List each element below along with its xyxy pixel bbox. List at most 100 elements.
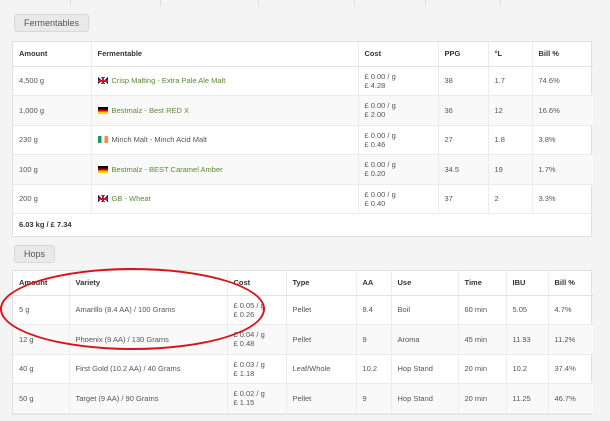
- fermentable-cell[interactable]: GB - Wheat: [91, 184, 359, 214]
- column-header-use: Use: [391, 271, 459, 296]
- cost-cell: £ 0.00 / g £ 0.46: [358, 125, 439, 155]
- hops-header-row: Amount Variety Cost Type AA Use Time IBU…: [13, 271, 593, 296]
- column-header-aa: AA: [356, 271, 392, 296]
- ibu-cell: 11.25: [506, 383, 549, 414]
- ppg-cell: 27: [438, 125, 489, 155]
- cost-cell: £ 0.05 / g £ 0.26: [227, 295, 287, 325]
- aa-cell: 10.2: [356, 354, 392, 384]
- hops-table: Amount Variety Cost Type AA Use Time IBU…: [13, 271, 593, 414]
- fermentables-total: 6.03 kg / £ 7.34: [19, 220, 72, 229]
- ppg-cell: 38: [438, 66, 489, 96]
- amount-cell: 5 g: [13, 295, 70, 325]
- hop-row: 12 g Phoenix (9 AA) / 130 Grams £ 0.04 /…: [13, 324, 593, 355]
- column-header-ppg: PPG: [438, 42, 489, 67]
- column-header-bill-percent: Bill %: [532, 42, 593, 67]
- fermentable-cell[interactable]: Bestmalz - BEST Caramel Amber: [91, 154, 359, 185]
- time-cell: 60 min: [458, 295, 507, 325]
- bill-percent-cell: 3.8%: [532, 125, 593, 155]
- ppg-cell: 34.5: [438, 154, 489, 185]
- gb-flag-icon: [97, 77, 108, 85]
- de-flag-icon: [97, 106, 108, 114]
- aa-cell: 9: [356, 324, 392, 355]
- bill-percent-cell: 1.7%: [532, 154, 593, 185]
- column-header-fermentable: Fermentable: [91, 42, 359, 67]
- ie-flag-icon: [97, 136, 108, 144]
- top-tab-strip: [0, 0, 610, 6]
- ibu-cell: 10.2: [506, 354, 549, 384]
- ppg-cell: 37: [438, 184, 489, 214]
- lovibond-cell: 19: [488, 154, 533, 185]
- fermentables-header-row: Amount Fermentable Cost PPG °L Bill %: [13, 42, 593, 67]
- lovibond-cell: 1.7: [488, 66, 533, 96]
- fermentables-table: Amount Fermentable Cost PPG °L Bill % 4,…: [13, 42, 593, 214]
- cost-cell: £ 0.00 / g £ 0.20: [358, 154, 439, 185]
- fermentable-row: 4,500 g Crisp Malting - Extra Pale Ale M…: [13, 66, 593, 96]
- amount-cell: 200 g: [13, 184, 92, 214]
- fermentable-link[interactable]: Bestmalz - BEST Caramel Amber: [112, 165, 223, 174]
- ppg-cell: 36: [438, 95, 489, 126]
- amount-cell: 230 g: [13, 125, 92, 155]
- fermentables-section-label[interactable]: Fermentables: [14, 14, 90, 32]
- use-cell: Hop Stand: [391, 383, 459, 414]
- hops-section-label[interactable]: Hops: [14, 245, 56, 263]
- cost-cell: £ 0.00 / g £ 0.40: [358, 184, 439, 214]
- hop-row: 40 g First Gold (10.2 AA) / 40 Grams £ 0…: [13, 354, 593, 384]
- fermentable-cell[interactable]: Bestmalz - Best RED X: [91, 95, 359, 126]
- use-cell: Hop Stand: [391, 354, 459, 384]
- bill-percent-cell: 11.2%: [548, 324, 593, 355]
- ibu-cell: 11.93: [506, 324, 549, 355]
- amount-cell: 1,000 g: [13, 95, 92, 126]
- hops-card: Amount Variety Cost Type AA Use Time IBU…: [12, 270, 593, 415]
- hop-row: 50 g Target (9 AA) / 90 Grams £ 0.02 / g…: [13, 383, 593, 414]
- column-header-time: Time: [458, 271, 507, 296]
- variety-cell: Phoenix (9 AA) / 130 Grams: [69, 324, 228, 355]
- column-header-type: Type: [286, 271, 357, 296]
- amount-cell: 40 g: [13, 354, 70, 384]
- fermentable-row: 1,000 g Bestmalz - Best RED X £ 0.00 / g…: [13, 95, 593, 126]
- gb-flag-icon: [97, 195, 108, 203]
- amount-cell: 12 g: [13, 324, 70, 355]
- bill-percent-cell: 37.4%: [548, 354, 593, 384]
- fermentable-link[interactable]: Bestmalz - Best RED X: [112, 106, 190, 115]
- lovibond-cell: 1.8: [488, 125, 533, 155]
- bill-percent-cell: 16.6%: [532, 95, 593, 126]
- fermentable-row: 230 g Minch Malt - Minch Acid Malt £ 0.0…: [13, 125, 593, 155]
- fermentable-link[interactable]: GB - Wheat: [112, 194, 151, 203]
- lovibond-cell: 2: [488, 184, 533, 214]
- amount-cell: 4,500 g: [13, 66, 92, 96]
- amount-cell: 50 g: [13, 383, 70, 414]
- hop-row: 5 g Amarillo (8.4 AA) / 100 Grams £ 0.05…: [13, 295, 593, 325]
- bill-percent-cell: 3.3%: [532, 184, 593, 214]
- fermentable-link[interactable]: Crisp Malting - Extra Pale Ale Malt: [112, 76, 226, 85]
- fermentable-row: 100 g Bestmalz - BEST Caramel Amber £ 0.…: [13, 154, 593, 185]
- cost-cell: £ 0.03 / g £ 1.18: [227, 354, 287, 384]
- lovibond-cell: 12: [488, 95, 533, 126]
- time-cell: 20 min: [458, 354, 507, 384]
- cost-cell: £ 0.00 / g £ 2.00: [358, 95, 439, 126]
- cost-cell: £ 0.02 / g £ 1.15: [227, 383, 287, 414]
- type-cell: Pellet: [286, 324, 357, 355]
- fermentable-cell[interactable]: Crisp Malting - Extra Pale Ale Malt: [91, 66, 359, 96]
- bill-percent-cell: 4.7%: [548, 295, 593, 325]
- type-cell: Leaf/Whole: [286, 354, 357, 384]
- time-cell: 20 min: [458, 383, 507, 414]
- type-cell: Pellet: [286, 383, 357, 414]
- bill-percent-cell: 74.6%: [532, 66, 593, 96]
- column-header-amount: Amount: [13, 42, 92, 67]
- aa-cell: 9: [356, 383, 392, 414]
- column-header-cost: Cost: [227, 271, 287, 296]
- column-header-amount: Amount: [13, 271, 70, 296]
- fermentable-row: 200 g GB - Wheat £ 0.00 / g £ 0.40 37 2 3…: [13, 184, 593, 214]
- use-cell: Boil: [391, 295, 459, 325]
- column-header-variety: Variety: [69, 271, 228, 296]
- de-flag-icon: [97, 165, 108, 173]
- fermentables-card: Amount Fermentable Cost PPG °L Bill % 4,…: [12, 41, 593, 237]
- column-header-bill-percent: Bill %: [548, 271, 593, 296]
- variety-cell: First Gold (10.2 AA) / 40 Grams: [69, 354, 228, 384]
- bill-percent-cell: 46.7%: [548, 383, 593, 414]
- variety-cell: Target (9 AA) / 90 Grams: [69, 383, 228, 414]
- time-cell: 45 min: [458, 324, 507, 355]
- use-cell: Aroma: [391, 324, 459, 355]
- cost-cell: £ 0.00 / g £ 4.28: [358, 66, 439, 96]
- fermentable-name: Minch Malt - Minch Acid Malt: [111, 135, 207, 145]
